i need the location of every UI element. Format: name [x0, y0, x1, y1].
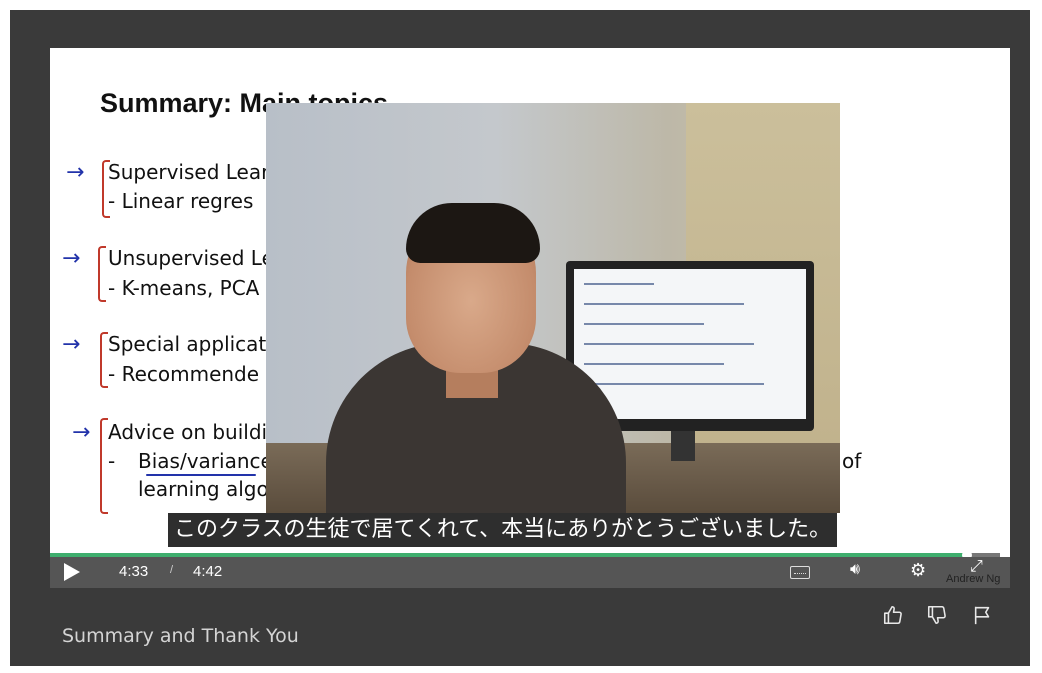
slide-item-heading: Unsupervised Le: [108, 246, 274, 270]
lecture-title: Summary and Thank You: [62, 625, 299, 647]
slide-item-sub: - Recommende: [108, 362, 260, 386]
video-area[interactable]: Summary: Main topics → Supervised Lear -…: [50, 48, 1010, 588]
control-bar: 4:33 / 4:42 🔊︎ ⚙ ⤢ Andrew Ng: [50, 557, 1010, 588]
caption-text: このクラスの生徒で居てくれて、本当にありがとうございました。: [168, 513, 838, 547]
instructor-watermark: Andrew Ng: [946, 573, 1001, 585]
bracket-annotation: [98, 246, 106, 302]
underline-annotation: [146, 474, 256, 476]
play-icon[interactable]: [64, 563, 80, 581]
instructor-webcam: [266, 103, 840, 513]
current-time: 4:33: [119, 563, 149, 580]
instructor-hair: [406, 203, 540, 263]
thumbs-up-icon[interactable]: [882, 604, 904, 626]
slide-item-sub: - K-means, PCA: [108, 276, 260, 300]
arrow-annotation-icon: →: [72, 420, 91, 445]
slide-item-heading: Special applicati: [108, 332, 272, 356]
captions-icon[interactable]: [790, 566, 810, 579]
bracket-annotation: [100, 332, 108, 388]
slide-item-sub: Bias/variance: [138, 449, 273, 473]
slide-item-heading: Supervised Lear: [108, 160, 270, 184]
arrow-annotation-icon: →: [62, 246, 81, 271]
slide-item-sub: - Linear regres: [108, 189, 254, 213]
video-player-frame: Summary: Main topics → Supervised Lear -…: [10, 10, 1030, 666]
volume-icon[interactable]: 🔊︎: [850, 561, 860, 579]
flag-icon[interactable]: [972, 604, 994, 626]
monitor-screen: [574, 269, 806, 419]
slide-item-trailing: of: [842, 449, 862, 473]
monitor-stand: [671, 431, 695, 461]
duration: 4:42: [193, 563, 223, 580]
slide-item-heading: Advice on buildi: [108, 420, 268, 444]
slide-item-sub2: learning algo: [138, 477, 269, 501]
settings-icon[interactable]: ⚙: [910, 560, 926, 581]
arrow-annotation-icon: →: [62, 332, 81, 357]
thumbs-down-icon[interactable]: [926, 604, 948, 626]
time-separator: /: [170, 564, 174, 576]
slide-item-sub-prefix: -: [108, 449, 116, 473]
bracket-annotation: [100, 418, 108, 514]
arrow-annotation-icon: →: [66, 160, 85, 185]
